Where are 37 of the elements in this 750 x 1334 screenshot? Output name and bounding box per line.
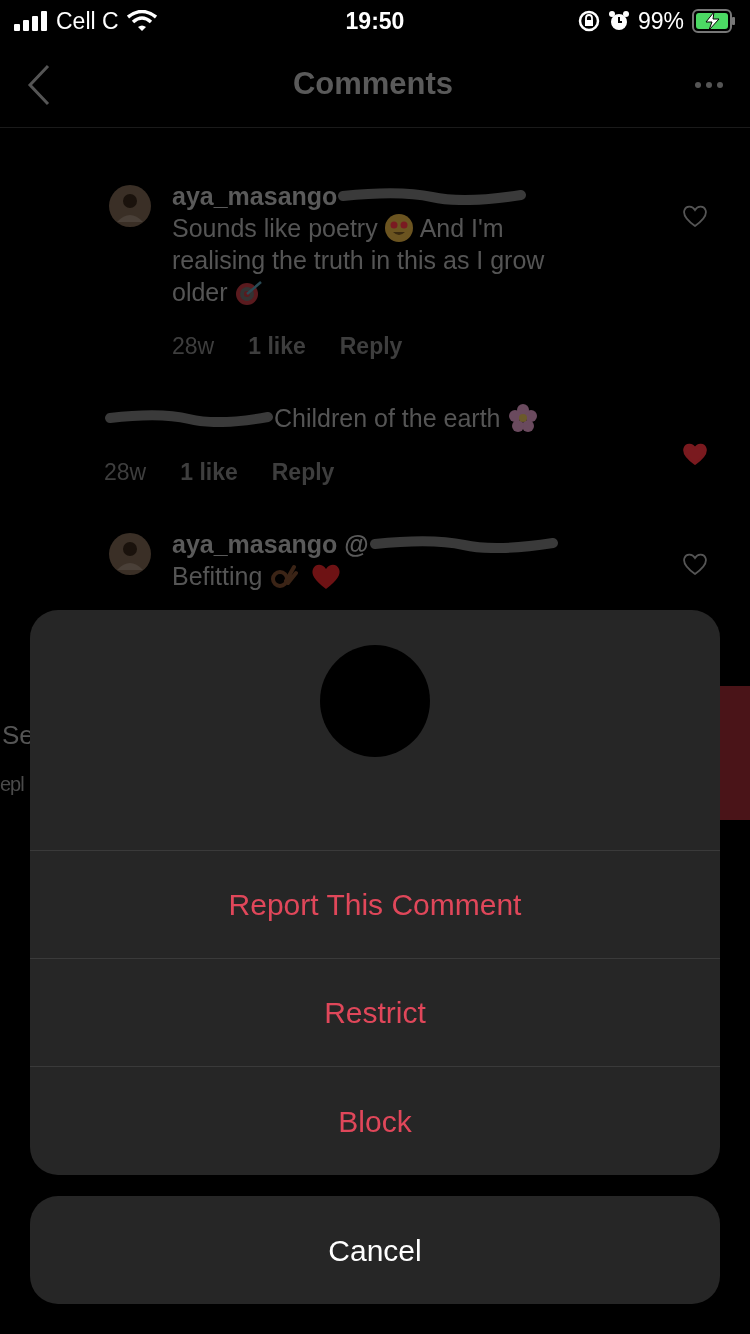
page-title: Comments: [292, 65, 454, 104]
avatar-icon[interactable]: [108, 184, 152, 228]
comment-username[interactable]: aya_masango @: [172, 528, 369, 560]
comment-text: realising the truth in this as I grow: [172, 245, 545, 276]
action-sheet-option[interactable]: Restrict: [30, 959, 720, 1067]
cancel-button[interactable]: Cancel: [30, 1196, 720, 1304]
more-options-icon[interactable]: [694, 80, 724, 89]
battery-charging-icon: [692, 9, 736, 33]
flower-emoji-icon: [506, 402, 539, 434]
comment-text: older: [172, 277, 228, 308]
comment-username[interactable]: aya_masango: [172, 180, 338, 212]
comment-time: 28w: [104, 458, 147, 487]
comment-text: Befitting: [172, 561, 263, 592]
like-count[interactable]: 1 like: [248, 330, 306, 362]
signal-icon: [14, 11, 48, 31]
like-heart-icon[interactable]: [682, 552, 708, 576]
action-sheet-option[interactable]: Report This Comment: [30, 851, 720, 959]
back-chevron-icon[interactable]: [26, 63, 52, 106]
comment-text: Children of the earth: [274, 403, 501, 434]
carrier-name: Cell C: [56, 6, 119, 36]
comment-time: 28w: [172, 332, 215, 361]
reply-link[interactable]: Reply: [271, 456, 335, 488]
like-heart-icon[interactable]: [682, 204, 708, 228]
partial-reply-text: epl: [0, 772, 25, 797]
comment-text: And I'm: [419, 213, 504, 244]
comment-text: Sounds like poetry: [172, 213, 378, 244]
alarm-icon: [607, 10, 630, 32]
status-time: 19:50: [345, 6, 405, 36]
reply-link[interactable]: Reply: [339, 330, 403, 362]
action-sheet-option[interactable]: Block: [30, 1067, 720, 1175]
avatar-icon[interactable]: [108, 532, 152, 576]
like-count[interactable]: 1 like: [180, 456, 238, 488]
battery-percent: 99%: [637, 6, 684, 36]
like-heart-icon[interactable]: [682, 442, 708, 466]
wifi-icon: [126, 10, 157, 32]
rotation-lock-icon: [577, 10, 600, 32]
heart-eyes-emoji-icon: [383, 213, 414, 243]
